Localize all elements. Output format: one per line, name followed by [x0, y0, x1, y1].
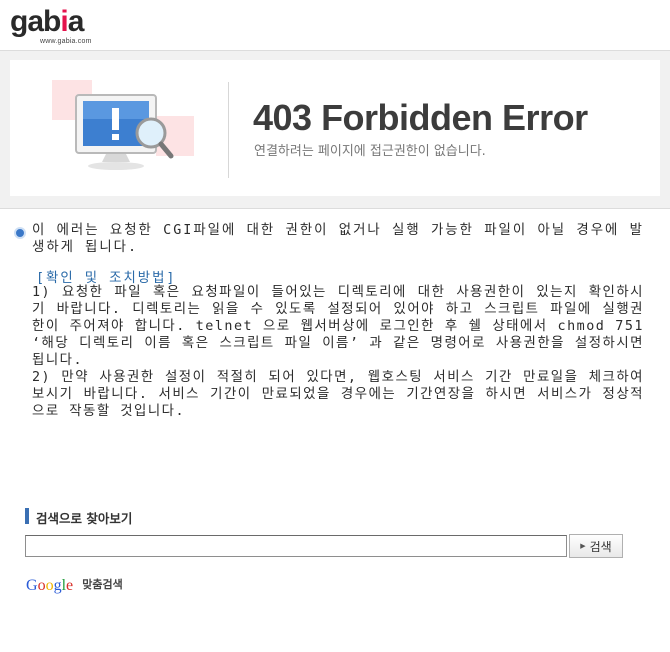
google-brand: Google — [26, 577, 74, 594]
error-title: 403 Forbidden Error — [253, 97, 588, 138]
banner-divider — [228, 82, 229, 178]
steps-list: 1) 요청한 파일 혹은 요청파일이 들어있는 디렉토리에 대한 사용권한이 있… — [32, 284, 644, 420]
method-title: [확인 및 조치방법] — [36, 271, 177, 286]
google-custom-search[interactable]: Google 맞춤검색 — [26, 575, 123, 595]
custom-search-label: 맞춤검색 — [82, 578, 123, 591]
error-subtitle: 연결하려는 페이지에 접근권한이 없습니다. — [254, 144, 486, 159]
triangle-right-icon: ▶ — [580, 542, 586, 550]
logo-text: gabia — [10, 5, 84, 38]
search-button[interactable]: ▶ 검색 — [569, 534, 623, 558]
step-2: 2) 만약 사용권한 설정이 적절히 되어 있다면, 웹호스팅 서비스 기간 만… — [32, 370, 644, 419]
error-description: 이 에러는 요청한 CGI파일에 대한 권한이 없거나 실행 가능한 파일이 아… — [32, 223, 644, 255]
step-1: 1) 요청한 파일 혹은 요청파일이 들어있는 디렉토리에 대한 사용권한이 있… — [32, 285, 644, 368]
monitor-warning-magnifier-icon — [52, 80, 194, 170]
bullet-circle-icon — [14, 227, 26, 239]
gabia-logo[interactable]: gabia www.gabia.com — [10, 5, 130, 45]
search-button-label: 검색 — [589, 539, 612, 554]
logo-subtext: www.gabia.com — [40, 38, 92, 45]
search-heading: 검색으로 찾아보기 — [36, 511, 133, 526]
search-input[interactable] — [25, 535, 567, 557]
section-bar-icon — [25, 508, 29, 524]
